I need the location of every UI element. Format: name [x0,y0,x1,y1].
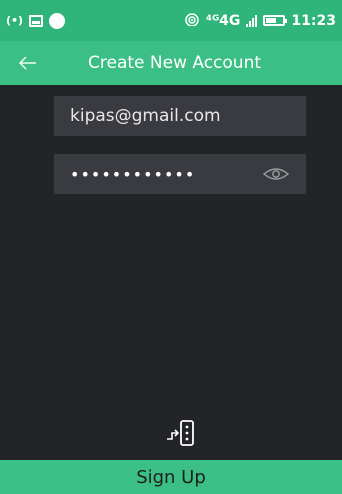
sign-up-button[interactable]: Sign Up [0,460,342,494]
battery-icon [263,15,288,26]
network-type: ⁴ᴳ4G [205,12,241,29]
eye-icon[interactable] [262,160,290,188]
email-value: kipas@gmail.com [70,106,221,126]
back-button[interactable] [0,41,56,85]
signal-icon [246,14,258,27]
hotspot-icon: (•) [6,14,24,27]
status-bar-left: (•) [6,12,66,29]
login-icon[interactable] [164,418,198,448]
arrow-left-icon [19,56,36,70]
status-bar: (•) ⁴ᴳ4G 11:23 [0,0,342,41]
circle-icon [49,12,66,29]
app-bar: Create New Account [0,41,342,85]
wifi-icon [184,11,200,30]
status-bar-right: ⁴ᴳ4G 11:23 [184,11,336,30]
password-value: •••••••••••• [70,164,196,184]
clock: 11:23 [291,12,336,29]
image-icon [29,14,44,27]
password-field[interactable]: •••••••••••• [54,154,306,194]
page-title: Create New Account [88,53,262,73]
email-field[interactable]: kipas@gmail.com [54,96,306,136]
